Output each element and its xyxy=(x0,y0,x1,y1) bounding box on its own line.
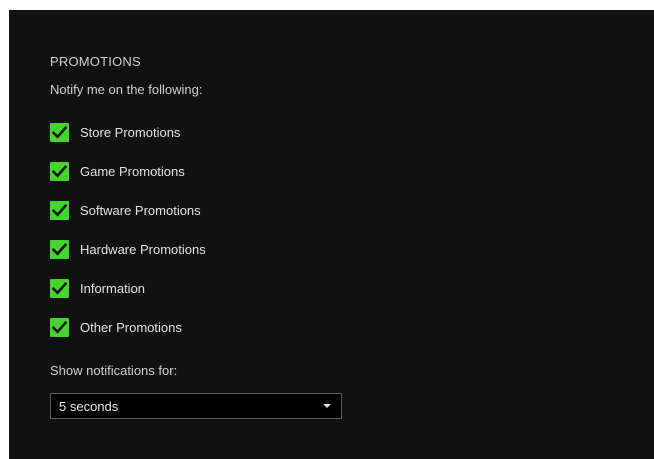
checkbox-checked-icon[interactable] xyxy=(50,240,69,259)
checkbox-checked-icon[interactable] xyxy=(50,123,69,142)
option-game-promotions[interactable]: Game Promotions xyxy=(50,152,206,191)
option-information[interactable]: Information xyxy=(50,269,206,308)
promotion-options-list: Store Promotions Game Promotions Softwar… xyxy=(50,113,206,347)
option-label: Store Promotions xyxy=(80,125,181,140)
option-other-promotions[interactable]: Other Promotions xyxy=(50,308,206,347)
option-label: Game Promotions xyxy=(80,164,185,179)
option-label: Software Promotions xyxy=(80,203,201,218)
checkbox-checked-icon[interactable] xyxy=(50,279,69,298)
notification-duration-select[interactable]: 5 seconds xyxy=(50,393,342,419)
section-subtitle: Notify me on the following: xyxy=(50,82,203,97)
settings-panel: PROMOTIONS Notify me on the following: S… xyxy=(9,10,654,459)
notification-duration-label: Show notifications for: xyxy=(50,363,178,378)
option-label: Information xyxy=(80,281,146,296)
checkbox-checked-icon[interactable] xyxy=(50,162,69,181)
option-label: Hardware Promotions xyxy=(80,242,206,257)
option-software-promotions[interactable]: Software Promotions xyxy=(50,191,206,230)
checkbox-checked-icon[interactable] xyxy=(50,201,69,220)
chevron-down-icon[interactable] xyxy=(323,404,331,408)
checkbox-checked-icon[interactable] xyxy=(50,318,69,337)
section-title: PROMOTIONS xyxy=(50,54,141,69)
option-hardware-promotions[interactable]: Hardware Promotions xyxy=(50,230,206,269)
select-value: 5 seconds xyxy=(59,398,119,414)
option-label: Other Promotions xyxy=(80,320,182,335)
option-store-promotions[interactable]: Store Promotions xyxy=(50,113,206,152)
